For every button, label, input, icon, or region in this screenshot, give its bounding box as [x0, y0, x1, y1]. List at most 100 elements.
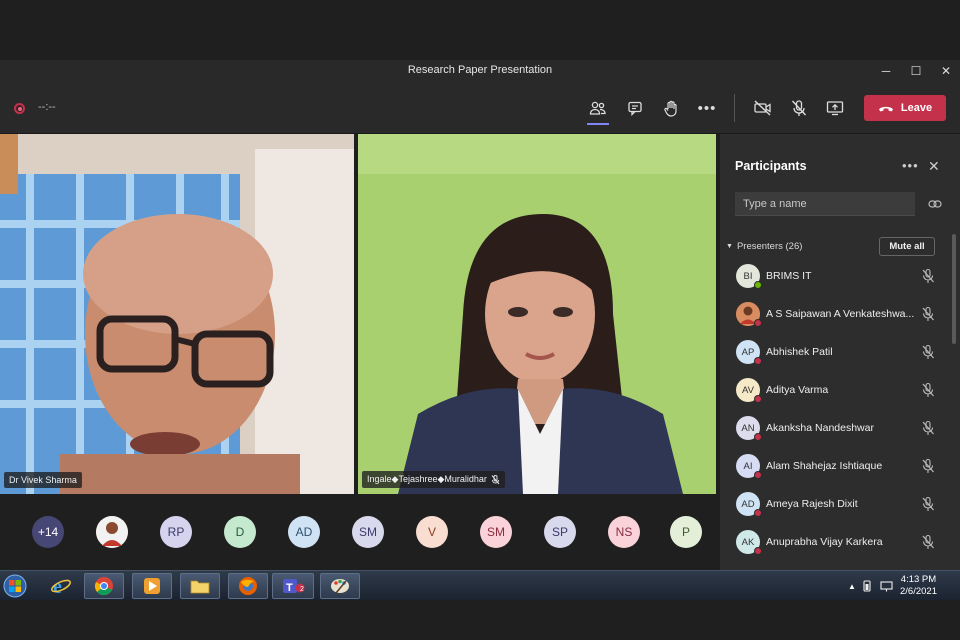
- mic-muted-icon[interactable]: [921, 534, 935, 555]
- mic-muted-icon[interactable]: [921, 268, 935, 289]
- attendee-avatar[interactable]: P: [670, 516, 702, 548]
- network-icon: [879, 580, 893, 591]
- participant-search-input[interactable]: [735, 192, 915, 216]
- participant-name: Ameya Rajesh Dixit: [766, 498, 858, 510]
- participant-avatar: AI: [736, 454, 762, 479]
- mic-toggle-button[interactable]: [786, 96, 812, 120]
- mute-all-button[interactable]: Mute all: [879, 237, 935, 256]
- svg-text:T: T: [286, 582, 293, 594]
- taskbar-internet-explorer[interactable]: e: [44, 573, 78, 599]
- attendee-avatar[interactable]: NS: [608, 516, 640, 548]
- participant-name: Akanksha Nandeshwar: [766, 422, 874, 434]
- presence-status-icon: [754, 395, 762, 403]
- participant-row[interactable]: A S Saipawan A Venkateshwa...: [720, 296, 952, 334]
- start-button[interactable]: [2, 573, 28, 599]
- participant-initials: AN: [741, 422, 755, 434]
- maximize-button[interactable]: ☐: [902, 62, 930, 80]
- close-window-button[interactable]: ✕: [932, 62, 960, 80]
- show-participants-button[interactable]: [585, 96, 611, 125]
- participant-name: BRIMS IT: [766, 270, 812, 282]
- video-name-tag: Ingale◆Tejashree◆Muralidhar: [362, 471, 505, 488]
- mic-muted-icon[interactable]: [921, 458, 935, 479]
- share-content-button[interactable]: [822, 96, 848, 120]
- attendee-avatar[interactable]: SP: [544, 516, 576, 548]
- windows-taskbar: e T 2 ▲ 4:13 PM 2/6/2021: [0, 570, 960, 600]
- participant-name: A S Saipawan A Venkateshwa...: [766, 308, 915, 320]
- participant-initials: AP: [741, 346, 755, 358]
- meeting-toolbar: --:-- ••• Leave: [0, 82, 960, 134]
- attendee-avatar[interactable]: V: [416, 516, 448, 548]
- participant-row[interactable]: AI Alam Shahejaz Ishtiaque: [720, 448, 952, 486]
- minimize-button[interactable]: ─: [872, 62, 900, 80]
- presenters-section-toggle[interactable]: ▼ Presenters (26): [726, 241, 802, 252]
- speaker-video-image: [0, 134, 354, 494]
- camera-off-icon: [754, 100, 771, 116]
- tray-expand-button[interactable]: ▲: [846, 573, 858, 599]
- participant-avatar: AV: [736, 378, 762, 403]
- participant-row[interactable]: AV Aditya Varma: [720, 372, 952, 410]
- firefox-icon: [239, 577, 257, 595]
- taskbar-file-explorer[interactable]: [180, 573, 220, 599]
- people-icon: [589, 101, 606, 115]
- panel-scrollbar[interactable]: [952, 234, 956, 344]
- attendee-avatar[interactable]: [96, 516, 128, 548]
- participant-row[interactable]: AN Akanksha Nandeshwar: [720, 410, 952, 448]
- taskbar-paint[interactable]: [320, 573, 360, 599]
- participant-avatar-row: +14 RP D AD SM V SM SP NS P: [0, 516, 720, 550]
- participant-row[interactable]: BI BRIMS IT: [720, 258, 952, 296]
- more-actions-button[interactable]: •••: [694, 96, 720, 120]
- raise-hand-button[interactable]: [658, 96, 684, 120]
- presenters-label: Presenters (26): [736, 241, 803, 252]
- attendee-avatar[interactable]: D: [224, 516, 256, 548]
- leave-button[interactable]: Leave: [864, 95, 946, 121]
- participant-row[interactable]: AD Ameya Rajesh Dixit: [720, 486, 952, 524]
- participant-avatar: AN: [736, 416, 762, 441]
- participant-name: Ingale◆Tejashree◆Muralidhar: [367, 474, 487, 484]
- participant-row[interactable]: AP Abhishek Patil: [720, 334, 952, 372]
- attendee-avatar[interactable]: RP: [160, 516, 192, 548]
- participant-row[interactable]: AK Anuprabha Vijay Karkera: [720, 524, 952, 562]
- windows-logo-icon: [3, 574, 27, 598]
- tray-power-icon-button[interactable]: [860, 573, 874, 599]
- mic-muted-icon[interactable]: [921, 306, 935, 327]
- mic-muted-icon[interactable]: [921, 382, 935, 403]
- tray-network-button[interactable]: [878, 573, 894, 599]
- participant-avatar: [736, 302, 762, 327]
- clock-date: 2/6/2021: [900, 586, 937, 597]
- participant-initials: AK: [741, 536, 755, 548]
- taskbar-teams[interactable]: T 2: [272, 573, 314, 599]
- attendee-avatar[interactable]: AD: [288, 516, 320, 548]
- taskbar-firefox[interactable]: [228, 573, 268, 599]
- attendee-avatar[interactable]: SM: [480, 516, 512, 548]
- window-titlebar: Research Paper Presentation ─ ☐ ✕: [0, 60, 960, 82]
- panel-more-options-button[interactable]: •••: [902, 158, 919, 173]
- leave-label: Leave: [900, 102, 933, 114]
- panel-title: Participants: [735, 159, 807, 173]
- mic-muted-icon[interactable]: [921, 344, 935, 365]
- video-tile-presenter[interactable]: Ingale◆Tejashree◆Muralidhar: [358, 134, 716, 494]
- attendee-avatar[interactable]: +14: [32, 516, 64, 548]
- teams-badge: 2: [300, 586, 304, 593]
- participant-avatar: AK: [736, 530, 762, 555]
- share-invite-button[interactable]: [928, 196, 942, 214]
- chevron-up-icon: ▲: [848, 581, 856, 591]
- mic-muted-icon[interactable]: [921, 420, 935, 441]
- camera-toggle-button[interactable]: [750, 96, 776, 120]
- folder-icon: [190, 580, 210, 594]
- show-chat-button[interactable]: [622, 96, 648, 120]
- presence-status-icon: [754, 357, 762, 365]
- mic-muted-icon: [491, 474, 500, 484]
- taskbar-clock[interactable]: 4:13 PM 2/6/2021: [900, 574, 937, 598]
- video-tile-speaker[interactable]: Dr Vivek Sharma: [0, 134, 354, 494]
- attendee-avatar[interactable]: SM: [352, 516, 384, 548]
- power-icon: [863, 580, 871, 592]
- participant-name: Abhishek Patil: [766, 346, 833, 358]
- video-stage: Dr Vivek Sharma Ingale◆Tejashree◆Muralid…: [0, 134, 720, 570]
- mic-muted-icon[interactable]: [921, 496, 935, 517]
- mic-off-icon: [791, 100, 807, 116]
- panel-close-button[interactable]: ✕: [928, 158, 940, 175]
- taskbar-media-player[interactable]: [132, 573, 172, 599]
- participant-initials: AV: [742, 384, 754, 396]
- taskbar-chrome[interactable]: [84, 573, 124, 599]
- chat-icon: [628, 101, 642, 116]
